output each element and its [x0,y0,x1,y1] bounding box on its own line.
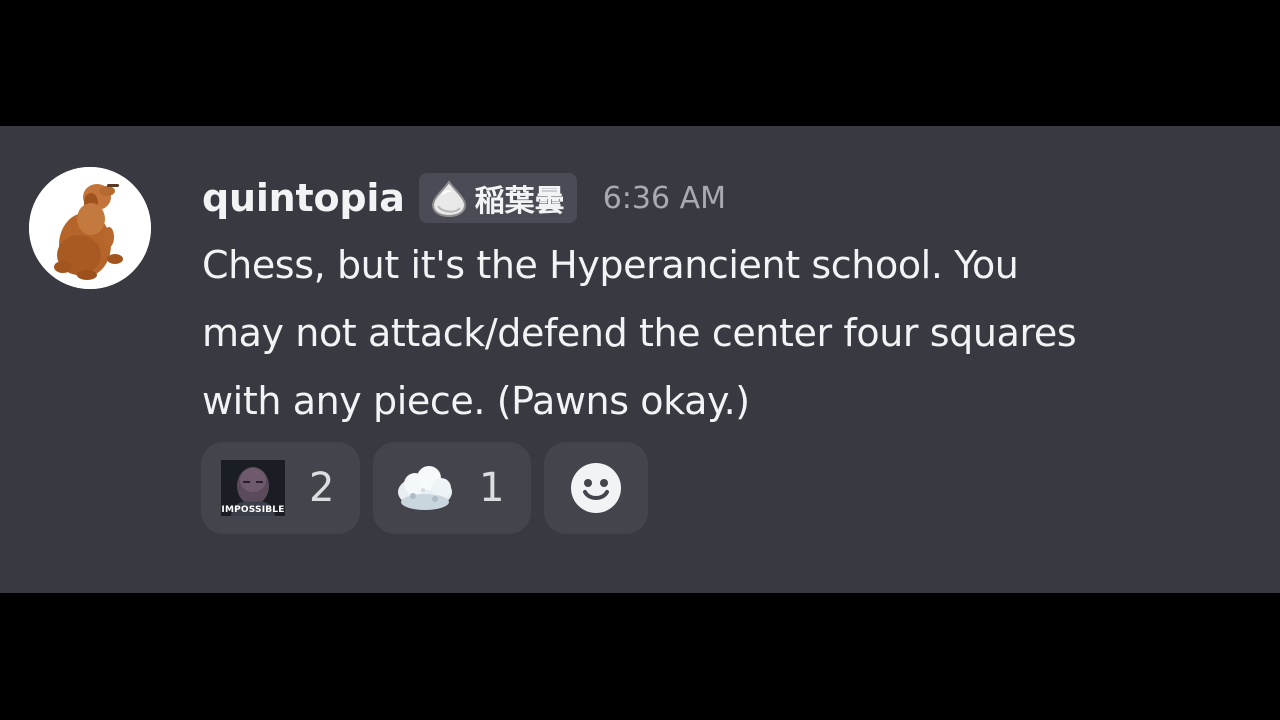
reaction-count: 2 [309,465,335,511]
letterbox-top [0,0,1280,126]
reaction-count: 1 [479,465,505,511]
reactions-bar: IMPOSSIBLE 2 1 [201,442,661,534]
message-header: quintopia 稲葉曇 6:36 AM [202,170,726,226]
reaction-impossible[interactable]: IMPOSSIBLE 2 [201,442,360,534]
reaction-snow-cloud[interactable]: 1 [373,442,531,534]
message-line: may not attack/defend the center four sq… [202,311,1077,355]
smiley-face-icon [571,463,621,513]
snow-cloud-emoji [398,466,452,510]
username[interactable]: quintopia [202,176,405,220]
clan-tag-text: 稲葉曇 [474,184,565,219]
letterbox-bottom [0,593,1280,720]
golden-retriever-avatar [29,167,151,289]
chat-message: quintopia 稲葉曇 6:36 AM Chess, but it's th… [0,126,1280,593]
avatar[interactable] [29,167,151,289]
message-line: with any piece. (Pawns okay.) [202,379,750,423]
message-line: Chess, but it's the Hyperancient school.… [202,243,1019,287]
clan-tag[interactable]: 稲葉曇 [418,173,577,223]
timestamp[interactable]: 6:36 AM [603,181,726,216]
message-content: Chess, but it's the Hyperancient school.… [202,231,1232,435]
add-reaction-button[interactable] [544,442,648,534]
silver-drop-icon [431,180,466,218]
impossible-emoji-text: IMPOSSIBLE [221,505,285,515]
impossible-thanos-emoji: IMPOSSIBLE [221,460,285,516]
